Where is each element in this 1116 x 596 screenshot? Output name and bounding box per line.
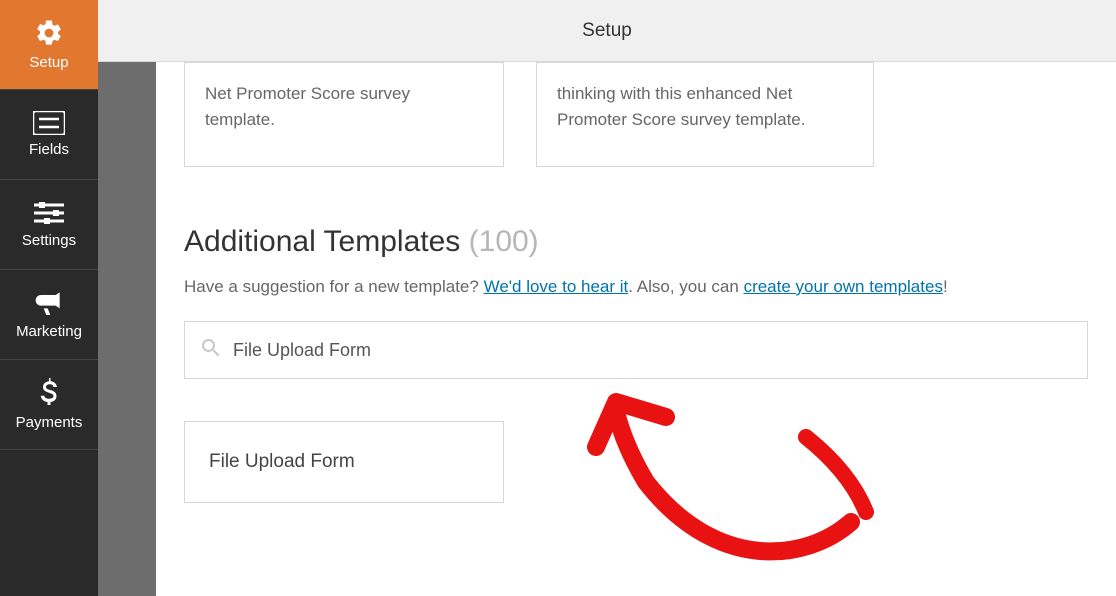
page-title: Setup — [582, 20, 632, 42]
template-search[interactable] — [184, 321, 1088, 379]
sidebar-item-label: Settings — [22, 232, 76, 249]
suggestion-prefix: Have a suggestion for a new template? — [184, 277, 484, 296]
sidebar: Setup Fields Settings Marketing Payments — [0, 0, 98, 596]
template-card-description: Net Promoter Score survey template. — [205, 84, 410, 129]
template-result-file-upload[interactable]: File Upload Form — [184, 421, 504, 503]
sidebar-item-marketing[interactable]: Marketing — [0, 270, 98, 360]
search-input[interactable] — [233, 340, 1073, 361]
section-title-text: Additional Templates — [184, 225, 460, 258]
page-header: Setup — [98, 0, 1116, 62]
sidebar-item-label: Marketing — [16, 323, 82, 340]
template-card-nps-enhanced[interactable]: thinking with this enhanced Net Promoter… — [536, 62, 874, 167]
sliders-icon — [34, 200, 64, 226]
template-result-label: File Upload Form — [209, 451, 355, 473]
section-title: Additional Templates (100) — [184, 225, 1088, 259]
sidebar-item-settings[interactable]: Settings — [0, 180, 98, 270]
suggestion-mid: . Also, you can — [628, 277, 743, 296]
arrow-annotation — [576, 362, 896, 592]
template-card-description: thinking with this enhanced Net Promoter… — [557, 84, 805, 129]
sidebar-item-setup[interactable]: Setup — [0, 0, 98, 90]
content-area: Net Promoter Score survey template. thin… — [156, 62, 1116, 596]
sidebar-item-label: Payments — [16, 414, 83, 431]
suggestion-link-hear[interactable]: We'd love to hear it — [484, 277, 629, 296]
sidebar-item-label: Setup — [29, 54, 68, 71]
sidebar-item-label: Fields — [29, 141, 69, 158]
sidebar-item-fields[interactable]: Fields — [0, 90, 98, 180]
suggestion-link-create[interactable]: create your own templates — [744, 277, 943, 296]
template-count: (100) — [469, 225, 539, 258]
search-icon — [199, 336, 223, 365]
dollar-icon — [39, 378, 59, 408]
suggestion-suffix: ! — [943, 277, 948, 296]
template-card-nps[interactable]: Net Promoter Score survey template. — [184, 62, 504, 167]
bullhorn-icon — [33, 289, 65, 317]
suggestion-text: Have a suggestion for a new template? We… — [184, 277, 1088, 297]
sidebar-item-payments[interactable]: Payments — [0, 360, 98, 450]
gear-icon — [34, 18, 64, 48]
list-icon — [33, 111, 65, 135]
